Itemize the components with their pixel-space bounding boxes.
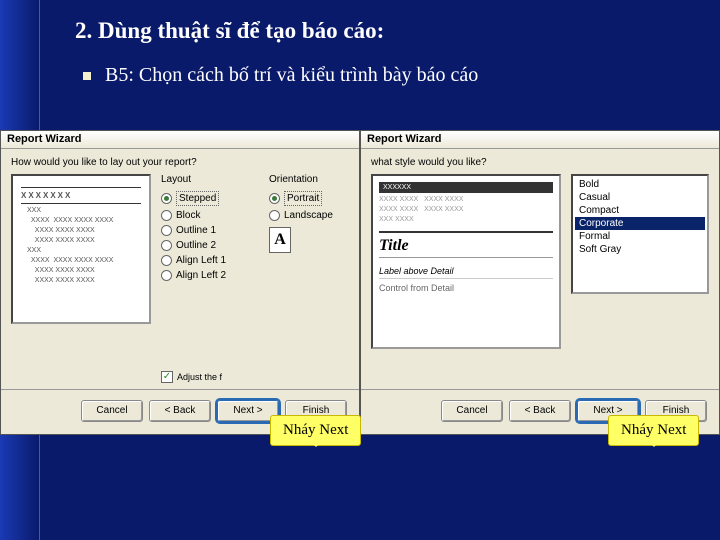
radio-icon [161, 270, 172, 281]
preview-label-above: Label above Detail [379, 266, 553, 279]
wizard-title: Report Wizard [1, 131, 359, 149]
style-item-casual[interactable]: Casual [575, 191, 705, 204]
radio-landscape[interactable]: Landscape [269, 208, 349, 223]
wizard-title: Report Wizard [361, 131, 719, 149]
wizard-style: Report Wizard what style would you like?… [360, 130, 720, 435]
radio-icon [161, 210, 172, 221]
callout-next-right: Nháy Next [608, 415, 699, 446]
style-question: what style would you like? [361, 149, 719, 174]
radio-stepped[interactable]: Stepped [161, 189, 259, 208]
style-preview: XXXXXX XXXX XXXX XXXX XXXXXXXX XXXX XXXX… [371, 174, 561, 349]
radio-icon [161, 240, 172, 251]
orientation-group-label: Orientation [269, 174, 349, 185]
adjust-checkbox-row[interactable]: ✓ Adjust the f [161, 371, 222, 383]
checkbox-icon: ✓ [161, 371, 173, 383]
layout-radio-group: Stepped Block Outline 1 Outline 2 Align … [161, 189, 259, 283]
style-listbox[interactable]: Bold Casual Compact Corporate Formal Sof… [571, 174, 709, 294]
radio-alignleft1[interactable]: Align Left 1 [161, 253, 259, 268]
radio-icon [269, 193, 280, 204]
layout-group-label: Layout [161, 174, 259, 185]
radio-outline1[interactable]: Outline 1 [161, 223, 259, 238]
preview-title: Title [379, 231, 553, 258]
orientation-icon: A [269, 227, 291, 253]
callout-next-left: Nháy Next [270, 415, 361, 446]
wizard-layout: Report Wizard How would you like to lay … [0, 130, 360, 435]
slide-heading: 2. Dùng thuật sĩ để tạo báo cáo: [75, 18, 700, 44]
radio-alignleft2[interactable]: Align Left 2 [161, 268, 259, 283]
preview-control: Control from Detail [379, 283, 553, 293]
back-button[interactable]: < Back [509, 400, 571, 422]
back-button[interactable]: < Back [149, 400, 211, 422]
layout-preview: XXXXXXX XXX XXXX XXXX XXXX XXXX XXXX XXX… [11, 174, 151, 324]
style-item-bold[interactable]: Bold [575, 178, 705, 191]
radio-icon [161, 225, 172, 236]
bullet-icon [83, 72, 91, 80]
radio-block[interactable]: Block [161, 208, 259, 223]
style-item-formal[interactable]: Formal [575, 230, 705, 243]
radio-icon [269, 210, 280, 221]
style-item-compact[interactable]: Compact [575, 204, 705, 217]
radio-icon [161, 193, 172, 204]
radio-icon [161, 255, 172, 266]
layout-question: How would you like to lay out your repor… [1, 149, 359, 174]
cancel-button[interactable]: Cancel [81, 400, 143, 422]
radio-portrait[interactable]: Portrait [269, 189, 349, 208]
radio-outline2[interactable]: Outline 2 [161, 238, 259, 253]
style-item-corporate[interactable]: Corporate [575, 217, 705, 230]
cancel-button[interactable]: Cancel [441, 400, 503, 422]
step-text: B5: Chọn cách bố trí và kiểu trình bày b… [105, 64, 478, 87]
style-item-softgray[interactable]: Soft Gray [575, 243, 705, 256]
